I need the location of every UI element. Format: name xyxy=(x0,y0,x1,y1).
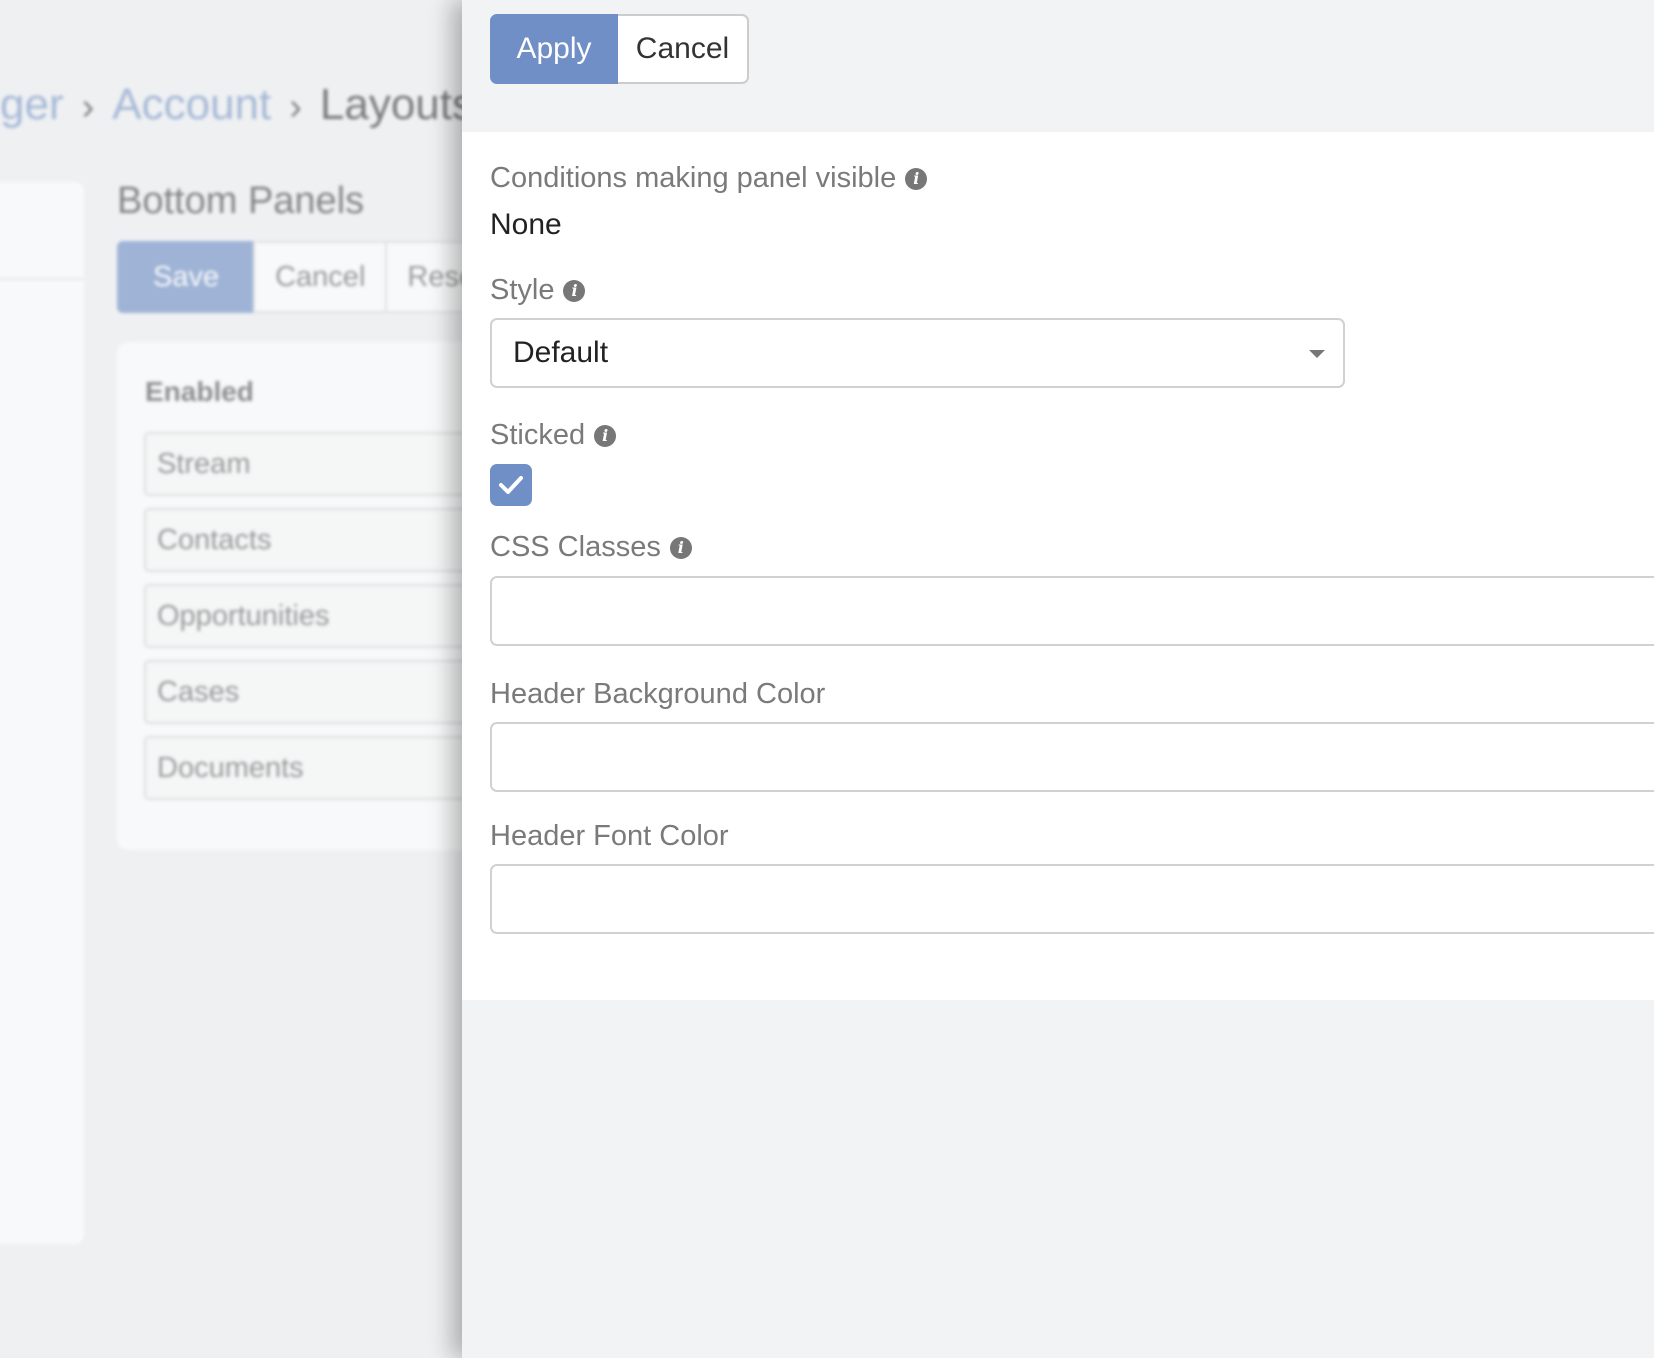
chevron-down-icon xyxy=(1309,350,1325,358)
breadcrumb-separator: › xyxy=(81,86,95,128)
breadcrumb-separator: › xyxy=(289,86,302,128)
conditions-label: Conditions making panel visible i xyxy=(490,162,928,195)
header-background-color-label-text: Header Background Color xyxy=(490,678,826,710)
enabled-title: Enabled xyxy=(145,376,254,407)
breadcrumb-item-layouts: Layouts xyxy=(319,80,474,129)
style-select[interactable]: Default xyxy=(490,318,1345,388)
check-icon xyxy=(499,476,523,494)
breadcrumb-item-manager[interactable]: ger xyxy=(0,80,64,129)
breadcrumb-item-account[interactable]: Account xyxy=(112,80,271,129)
header-font-color-input[interactable] xyxy=(490,864,1654,934)
css-classes-label: CSS Classes i xyxy=(490,531,692,564)
breadcrumb: ger › Account › Layouts xyxy=(0,80,474,130)
style-select-value: Default xyxy=(513,336,609,369)
panel-edit-modal: Apply Cancel Conditions making panel vis… xyxy=(462,0,1654,1358)
conditions-label-text: Conditions making panel visible xyxy=(490,162,897,194)
info-icon[interactable]: i xyxy=(594,424,617,447)
header-background-color-input[interactable] xyxy=(490,722,1654,792)
save-button[interactable]: Save xyxy=(117,241,256,313)
sticked-label-text: Sticked xyxy=(490,419,586,451)
sticked-label: Sticked i xyxy=(490,419,617,452)
conditions-value: None xyxy=(490,208,562,241)
modal-body: Conditions making panel visible i None S… xyxy=(462,132,1654,1000)
apply-button[interactable]: Apply xyxy=(490,14,618,84)
info-icon[interactable]: i xyxy=(563,279,586,302)
cancel-button[interactable]: Cancel xyxy=(253,241,388,313)
style-label: Style i xyxy=(490,274,586,307)
divider xyxy=(0,278,84,280)
info-icon[interactable]: i xyxy=(905,167,928,190)
info-icon[interactable]: i xyxy=(669,536,692,559)
header-background-color-label: Header Background Color xyxy=(490,678,825,711)
bottom-panels-title: Bottom Panels xyxy=(117,180,365,222)
modal-button-group: Apply Cancel xyxy=(490,14,749,84)
header-font-color-label-text: Header Font Color xyxy=(490,820,729,852)
css-classes-label-text: CSS Classes xyxy=(490,531,661,563)
style-label-text: Style xyxy=(490,274,555,306)
sticked-checkbox[interactable] xyxy=(490,464,532,506)
bottom-panels-toolbar: Save Cancel Reset xyxy=(117,241,506,313)
left-sidebar-card xyxy=(0,182,84,1244)
header-font-color-label: Header Font Color xyxy=(490,820,729,853)
css-classes-input[interactable] xyxy=(490,576,1654,646)
cancel-button[interactable]: Cancel xyxy=(618,14,749,84)
modal-header: Apply Cancel xyxy=(462,0,1654,132)
